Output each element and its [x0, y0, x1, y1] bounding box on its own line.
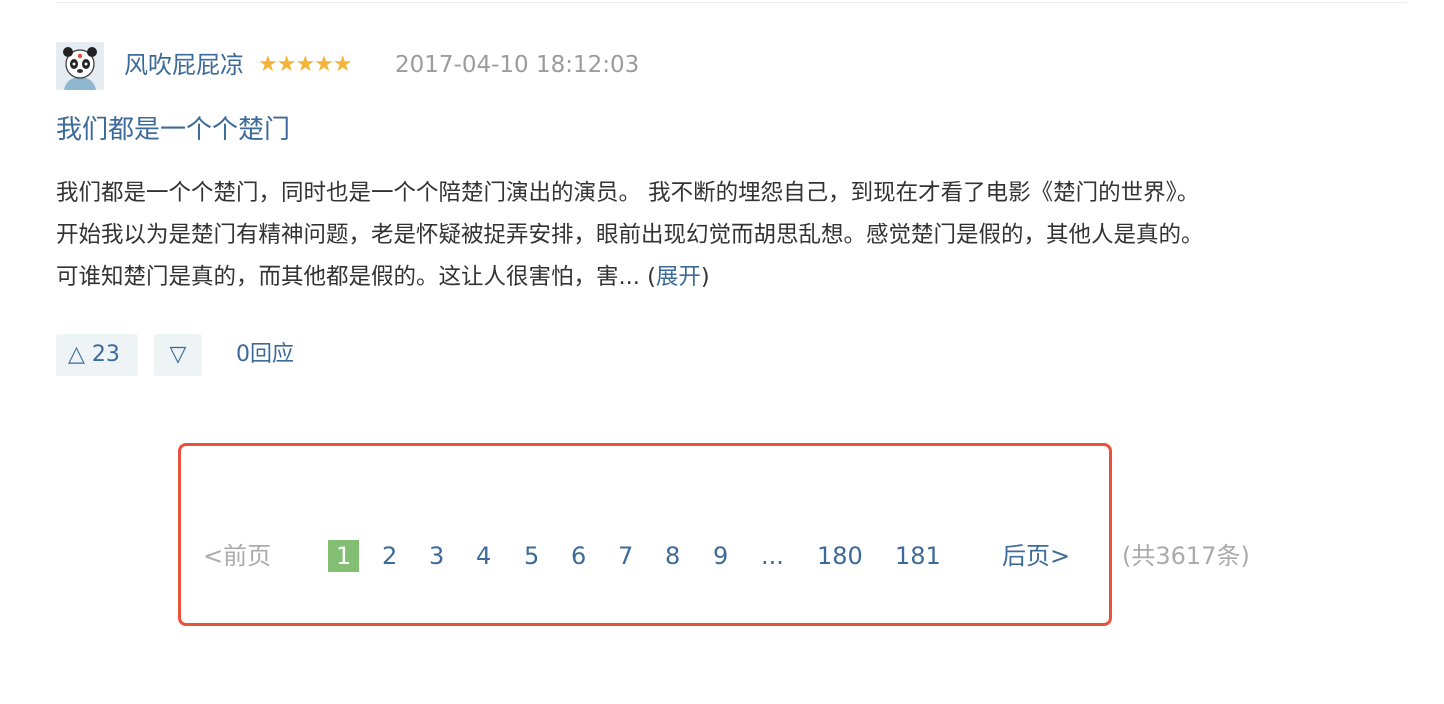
panda-avatar-icon [56, 42, 104, 90]
review-body-text: 可谁知楚门是真的，而其他都是假的。这让人很害怕，害... [56, 264, 640, 290]
review-author-link[interactable]: 风吹屁屁凉 [124, 49, 244, 81]
page-link-7[interactable]: 7 [618, 538, 633, 574]
page-link-8[interactable]: 8 [665, 538, 680, 574]
upvote-count: 23 [91, 342, 120, 367]
review-timestamp: 2017-04-10 18:12:03 [395, 52, 640, 78]
review-body-line: 开始我以为是楚门有精神问题，老是怀疑被捉弄安排，眼前出现幻觉而胡思乱想。感觉楚门… [56, 222, 1204, 248]
replies-link[interactable]: 0回应 [236, 334, 294, 376]
pagination-highlight-box [178, 443, 1112, 626]
page-link-2[interactable]: 2 [382, 538, 397, 574]
page-link-6[interactable]: 6 [571, 538, 586, 574]
review-title-link[interactable]: 我们都是一个个楚门 [56, 112, 290, 148]
expand-open-paren: ( [647, 264, 656, 290]
page-link-9[interactable]: 9 [713, 538, 728, 574]
review-body-line: 可谁知楚门是真的，而其他都是假的。这让人很害怕，害... (展开) [56, 256, 1396, 298]
page-link-181[interactable]: 181 [895, 538, 941, 574]
next-page-button[interactable]: 后页> [1002, 538, 1070, 574]
prev-page-button: <前页 [203, 542, 272, 570]
upvote-icon: △ [68, 342, 85, 367]
expand-link[interactable]: 展开 [656, 264, 701, 290]
review-body-line: 我们都是一个个楚门，同时也是一个个陪楚门演出的演员。 我不断的埋怨自己，到现在才… [56, 180, 1200, 206]
avatar[interactable] [56, 42, 104, 90]
downvote-button[interactable]: ▽ [154, 334, 202, 376]
rating-stars: ★★★★★ [258, 52, 353, 77]
page-link-5[interactable]: 5 [524, 538, 539, 574]
expand-close-paren: ) [700, 264, 710, 290]
total-count: (共3617条) [1122, 542, 1250, 570]
review-body: 我们都是一个个楚门，同时也是一个个陪楚门演出的演员。 我不断的埋怨自己，到现在才… [56, 172, 1396, 298]
pagination-ellipsis: ... [761, 542, 784, 570]
divider [56, 2, 1406, 3]
page-link-4[interactable]: 4 [476, 538, 491, 574]
page-link-180[interactable]: 180 [817, 538, 863, 574]
upvote-button[interactable]: △ 23 [56, 334, 138, 376]
page-link-3[interactable]: 3 [429, 538, 444, 574]
current-page: 1 [328, 540, 359, 572]
downvote-icon: ▽ [169, 342, 187, 367]
